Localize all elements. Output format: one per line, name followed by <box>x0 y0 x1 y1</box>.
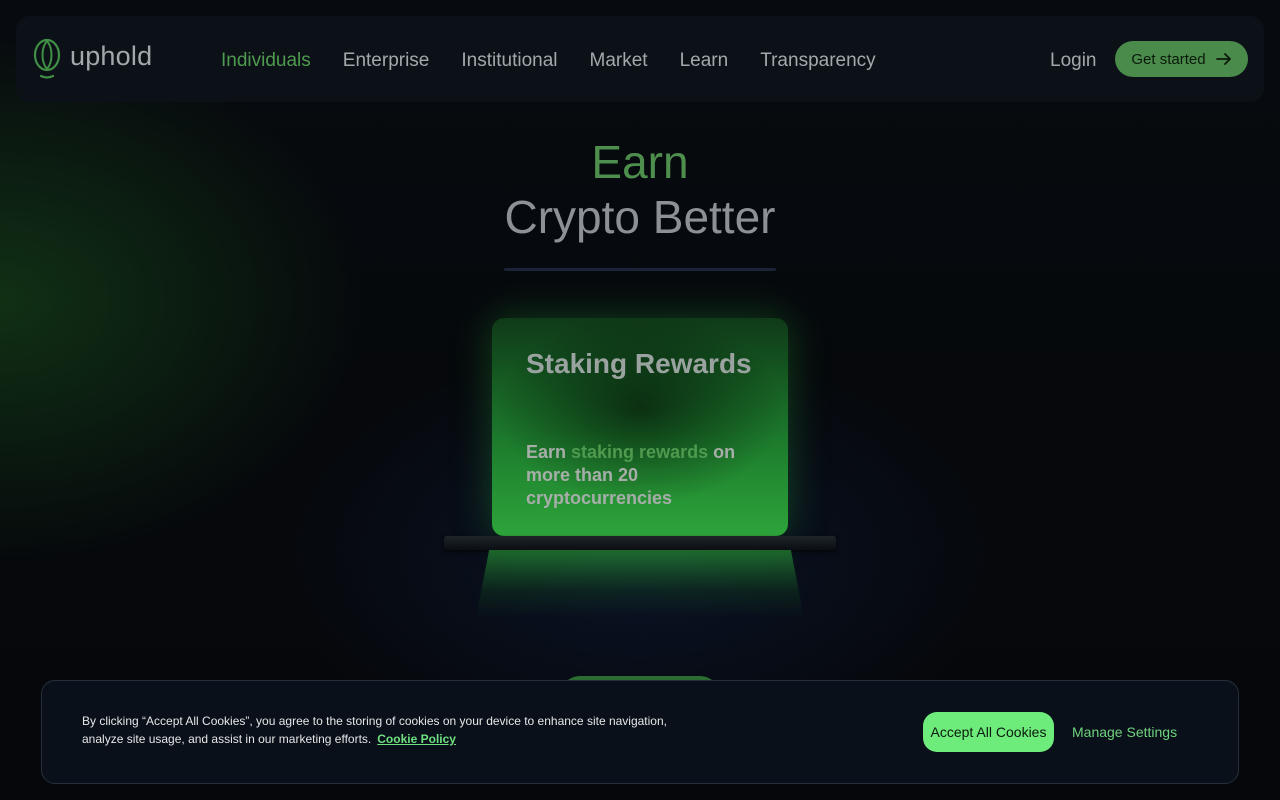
brand-name: uphold <box>70 40 153 71</box>
main-nav: Individuals Enterprise Institutional Mar… <box>221 49 876 73</box>
hero-title: Crypto Better <box>504 191 776 243</box>
page: uphold Individuals Enterprise Institutio… <box>0 0 1280 800</box>
hero-highlight: Earn <box>591 136 689 188</box>
cookie-text: By clicking “Accept All Cookies”, you ag… <box>82 712 702 748</box>
get-started-label: Get started <box>1131 50 1206 68</box>
card-reflection <box>476 550 804 618</box>
cookie-message: By clicking “Accept All Cookies”, you ag… <box>82 714 667 746</box>
nav-item-enterprise[interactable]: Enterprise <box>343 49 430 73</box>
nav-item-transparency[interactable]: Transparency <box>760 49 875 73</box>
brand-logo[interactable]: uphold <box>32 38 152 80</box>
nav-item-individuals[interactable]: Individuals <box>221 49 311 73</box>
nav-item-market[interactable]: Market <box>590 49 648 73</box>
card-text-prefix: Earn <box>526 442 572 462</box>
staking-rewards-card[interactable]: Staking Rewards Earn staking rewards on … <box>492 318 788 536</box>
manage-settings-button[interactable]: Manage Settings <box>1072 723 1177 741</box>
cookie-policy-link[interactable]: Cookie Policy <box>377 732 456 746</box>
card-shelf <box>444 536 836 550</box>
card-text-highlight: staking rewards <box>571 442 709 462</box>
accept-all-cookies-button[interactable]: Accept All Cookies <box>923 712 1054 752</box>
card-title: Staking Rewards <box>526 348 752 379</box>
nav-item-institutional[interactable]: Institutional <box>461 49 557 73</box>
nav-item-learn[interactable]: Learn <box>680 49 729 73</box>
hero-divider <box>504 268 776 271</box>
site-header: uphold Individuals Enterprise Institutio… <box>16 16 1264 102</box>
arrow-right-icon <box>1215 53 1231 65</box>
uphold-leaf-icon <box>33 38 61 79</box>
cookie-banner: By clicking “Accept All Cookies”, you ag… <box>41 680 1239 784</box>
get-started-button[interactable]: Get started <box>1115 41 1248 77</box>
login-link[interactable]: Login <box>1050 49 1097 73</box>
card-description: Earn staking rewards on more than 20 cry… <box>526 441 756 510</box>
